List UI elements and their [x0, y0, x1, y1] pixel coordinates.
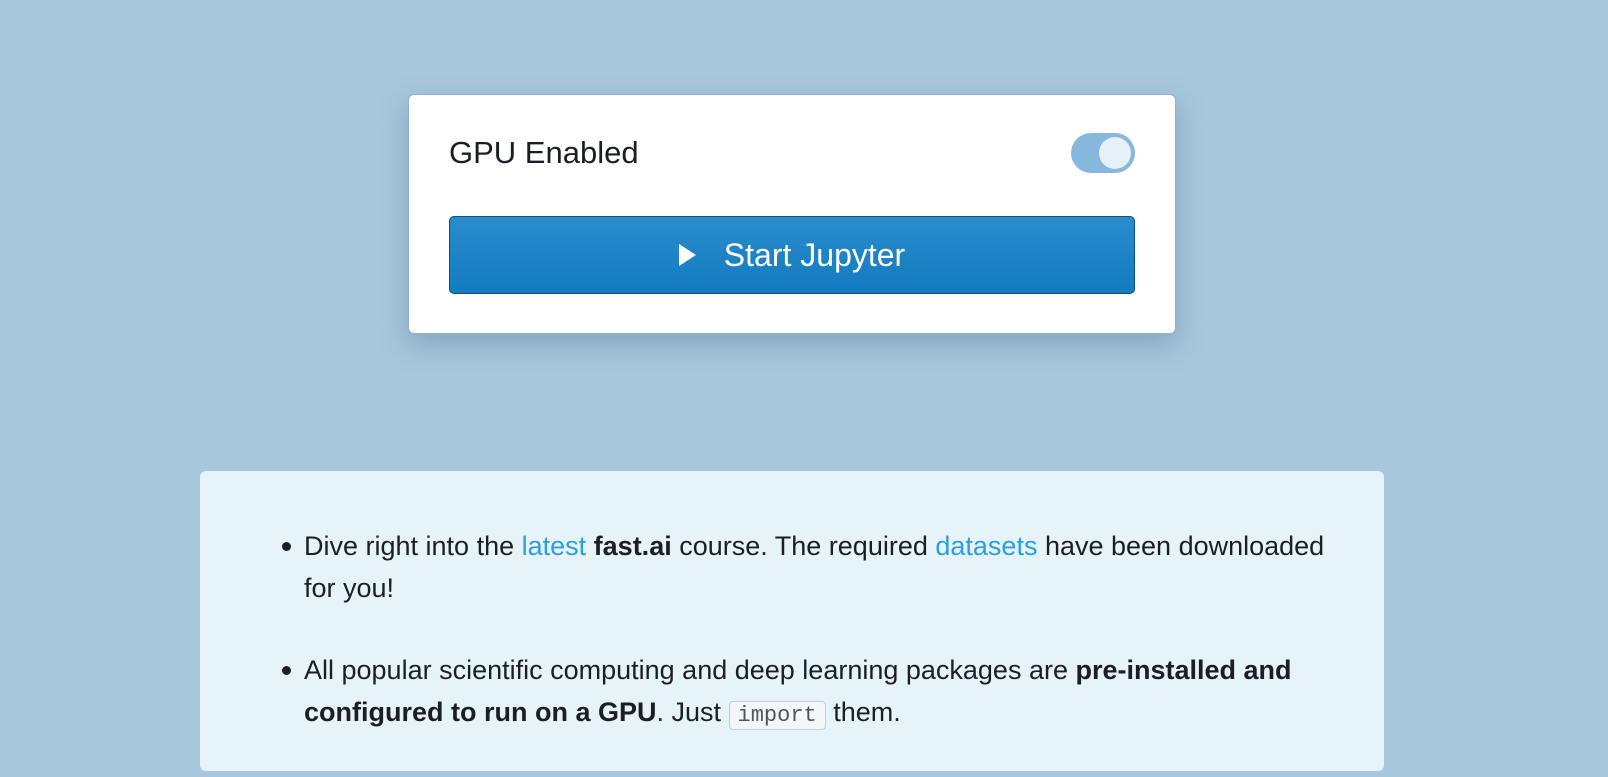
latest-link[interactable]: latest [522, 531, 587, 561]
item-text: Dive right into the [304, 531, 522, 561]
item-text [586, 531, 594, 561]
gpu-enabled-label: GPU Enabled [449, 135, 639, 170]
list-item-packages: All popular scientific computing and dee… [282, 649, 1344, 737]
start-jupyter-button[interactable]: Start Jupyter [449, 216, 1135, 294]
import-code: import [728, 701, 826, 730]
item-text: course. The required [671, 531, 936, 561]
info-panel: Dive right into the latest fast.ai cours… [200, 471, 1384, 771]
item-text: . Just [656, 697, 729, 727]
gpu-toggle-knob [1099, 137, 1131, 169]
info-list: Dive right into the latest fast.ai cours… [282, 525, 1344, 777]
gpu-card: GPU Enabled Start Jupyter [408, 94, 1176, 334]
datasets-link[interactable]: datasets [935, 531, 1037, 561]
play-icon [678, 244, 696, 266]
list-item-course: Dive right into the latest fast.ai cours… [282, 525, 1344, 609]
item-text: All popular scientific computing and dee… [304, 655, 1076, 685]
fastai-bold-text: fast.ai [593, 531, 672, 561]
start-jupyter-label: Start Jupyter [723, 236, 906, 273]
item-text: them. [825, 697, 901, 727]
gpu-toggle[interactable] [1071, 133, 1135, 173]
gpu-row: GPU Enabled [449, 131, 1135, 175]
